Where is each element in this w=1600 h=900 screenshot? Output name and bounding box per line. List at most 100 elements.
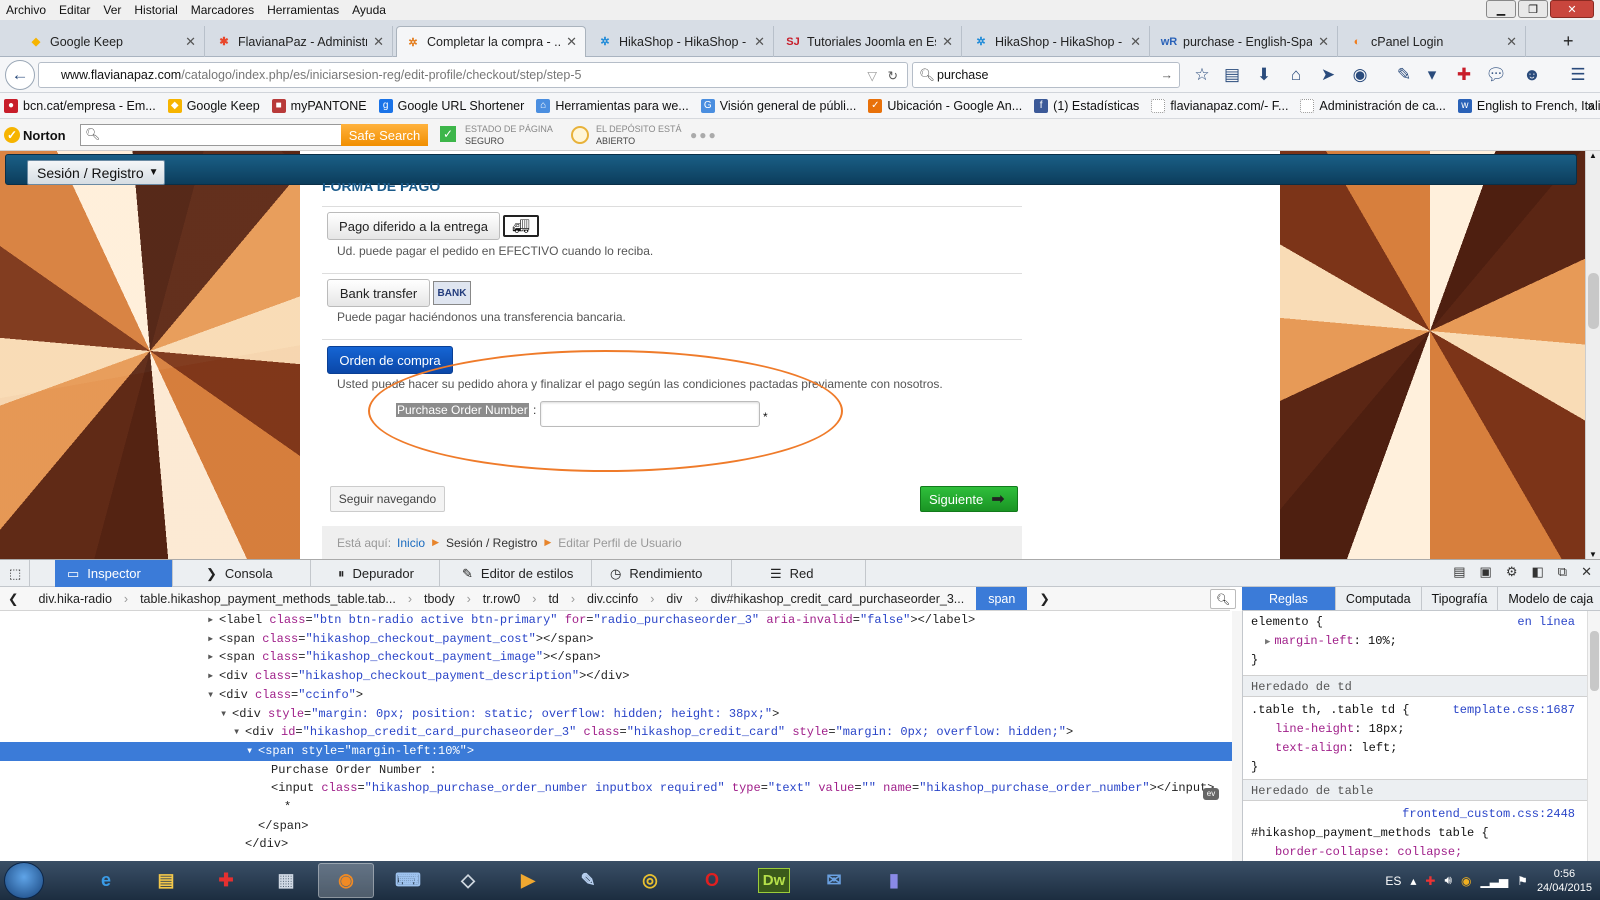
tab-close-icon[interactable]: ✕ bbox=[754, 34, 765, 50]
rule-td-source-link[interactable]: template.css:1687 bbox=[1453, 703, 1575, 717]
menu-ver[interactable]: Ver bbox=[103, 3, 121, 17]
bookmark-mypantone[interactable]: ■ myPANTONE bbox=[271, 98, 367, 113]
page-scrollbar[interactable]: ▲ ▼ bbox=[1585, 151, 1600, 559]
tab-close-icon[interactable]: ✕ bbox=[373, 34, 384, 50]
reload-icon[interactable]: ↻ bbox=[888, 68, 898, 83]
clock[interactable]: 0:56 24/04/2015 bbox=[1537, 867, 1592, 895]
markup-node[interactable]: ▾ <div id="hikashop_credit_card_purchaseo… bbox=[0, 723, 1232, 742]
scroll-down-icon[interactable]: ▼ bbox=[1589, 550, 1597, 559]
tab-close-icon[interactable]: ✕ bbox=[566, 34, 577, 50]
devtools-tab-debugger[interactable]: ⏸ Depurador bbox=[328, 560, 440, 587]
menu-ayuda[interactable]: Ayuda bbox=[352, 3, 386, 17]
bookmark-flavianapaz[interactable]: flavianapaz.com/- F... bbox=[1151, 98, 1288, 113]
settings-gear-icon[interactable]: ⚙ bbox=[1506, 564, 1518, 580]
crumbs-scroll-right-icon[interactable]: ❯ bbox=[1027, 591, 1061, 606]
expand-twisty-icon[interactable]: ▾ bbox=[233, 723, 245, 742]
breadcrumb-sesion[interactable]: Sesión / Registro bbox=[446, 536, 537, 550]
tab-close-icon[interactable]: ✕ bbox=[942, 34, 953, 50]
bookmark-url-shortener[interactable]: g Google URL Shortener bbox=[378, 98, 524, 113]
chrome-icon[interactable]: ◎ bbox=[622, 863, 678, 898]
more-bookmarks-icon[interactable]: » bbox=[1587, 99, 1594, 113]
hamburger-menu-icon[interactable]: ☰ bbox=[1564, 61, 1592, 89]
responsive-icon[interactable]: ▣ bbox=[1480, 564, 1492, 580]
rule-declaration[interactable]: border-collapse: collapse; bbox=[1275, 845, 1462, 859]
markup-node-selected[interactable]: ▾ <span style="margin-left:10%"> bbox=[0, 741, 1232, 761]
crumb-node[interactable]: table.hikashop_payment_methods_table.tab… bbox=[128, 592, 408, 606]
safe-search-button[interactable]: Safe Search bbox=[341, 124, 428, 146]
minimize-button[interactable]: ▁ bbox=[1486, 0, 1516, 18]
tab-close-icon[interactable]: ✕ bbox=[1130, 34, 1141, 50]
sync-icon[interactable]: ◉ bbox=[1346, 61, 1374, 89]
explorer-icon[interactable]: ▤ bbox=[138, 863, 194, 898]
tree-scrollbar[interactable] bbox=[1232, 611, 1242, 861]
tab-cpanel-login[interactable]: ◐ cPanel Login ✕ bbox=[1341, 26, 1526, 57]
firefox-icon[interactable]: ◉ bbox=[318, 863, 374, 898]
tab-hikashop-1[interactable]: ✲ HikaShop - HikaShop - ... ✕ bbox=[589, 26, 774, 57]
reading-list-icon[interactable]: ▤ bbox=[1218, 61, 1246, 89]
tab-purchase-wordreference[interactable]: wR purchase - English-Spa... ✕ bbox=[1153, 26, 1338, 57]
markup-node[interactable]: ▾ <div class="ccinfo"> bbox=[0, 686, 1232, 705]
crumb-node[interactable]: td bbox=[536, 592, 570, 606]
back-arrow-icon[interactable]: ← bbox=[5, 60, 35, 90]
tray-cross-icon[interactable]: ✚ bbox=[1425, 874, 1435, 888]
menu-arrow-icon[interactable]: ▾ bbox=[1418, 61, 1446, 89]
scrollbar-thumb[interactable] bbox=[1588, 273, 1599, 329]
thunderbird-icon[interactable]: ✉ bbox=[806, 863, 862, 898]
devtools-tab-performance[interactable]: ◷ Rendimiento bbox=[600, 560, 732, 587]
markup-node[interactable]: ▸ <span class="hikashop_checkout_payment_… bbox=[0, 630, 1232, 649]
side-tab-box-model[interactable]: Modelo de caja bbox=[1498, 587, 1600, 610]
action-center-icon[interactable]: ⚑ bbox=[1517, 874, 1528, 888]
menu-editar[interactable]: Editar bbox=[59, 3, 90, 17]
search-icon[interactable]: 🔍︎ bbox=[1210, 589, 1236, 609]
opera-icon[interactable]: O bbox=[684, 863, 740, 898]
next-button[interactable]: Siguiente ➡ bbox=[920, 486, 1018, 512]
profile-icon[interactable]: ☻ bbox=[1518, 61, 1546, 89]
tab-close-icon[interactable]: ✕ bbox=[185, 34, 196, 50]
app-icon[interactable]: ✚ bbox=[198, 863, 254, 898]
expand-twisty-icon[interactable]: ▸ bbox=[207, 667, 219, 686]
crumb-node[interactable]: div.ccinfo bbox=[575, 592, 650, 606]
tab-google-keep[interactable]: ◆ Google Keep ✕ bbox=[20, 26, 205, 57]
bookmark-herramientas[interactable]: ⌂ Herramientas para we... bbox=[536, 98, 689, 113]
rule-declaration[interactable]: text-align: left; bbox=[1275, 741, 1397, 755]
markup-node[interactable]: ▸ <span class="hikashop_checkout_payment_… bbox=[0, 648, 1232, 667]
search-input[interactable]: 🔍︎ purchase → bbox=[912, 62, 1180, 88]
expand-twisty-icon[interactable]: ▾ bbox=[220, 705, 232, 724]
markup-node[interactable]: </div> bbox=[0, 835, 1232, 854]
send-icon[interactable]: ➤ bbox=[1314, 61, 1342, 89]
virtual-icon[interactable]: ◇ bbox=[440, 863, 496, 898]
bookmark-english-french[interactable]: w English to French, Itali... bbox=[1457, 98, 1600, 113]
norton-tray-icon[interactable]: ◉ bbox=[1461, 874, 1471, 888]
dreamweaver-icon[interactable]: Dw bbox=[746, 863, 802, 898]
tab-flavianapaz-admin[interactable]: ✱ FlavianaPaz - Administr... ✕ bbox=[208, 26, 393, 57]
home-icon[interactable]: ⌂ bbox=[1282, 61, 1310, 89]
crumb-node[interactable]: tbody bbox=[412, 592, 467, 606]
app2-icon[interactable]: ▮ bbox=[866, 863, 922, 898]
downloads-icon[interactable]: ⬇ bbox=[1250, 61, 1278, 89]
norton-more-icon[interactable]: ●●● bbox=[690, 128, 718, 142]
element-picker-icon[interactable]: ⬚ bbox=[0, 560, 30, 587]
menu-marcadores[interactable]: Marcadores bbox=[191, 3, 254, 17]
new-tab-button[interactable]: + bbox=[1555, 26, 1585, 57]
crumb-node[interactable]: div bbox=[654, 592, 694, 606]
crumb-node[interactable]: div.hika-radio bbox=[26, 592, 123, 606]
url-bar[interactable]: www.flavianapaz.com/catalogo/index.php/e… bbox=[38, 62, 908, 88]
tab-hikashop-2[interactable]: ✲ HikaShop - HikaShop - ... ✕ bbox=[965, 26, 1150, 57]
expand-twisty-icon[interactable]: ▸ bbox=[207, 648, 219, 667]
markup-node[interactable]: ▸ <div class="hikashop_checkout_payment_d… bbox=[0, 667, 1232, 686]
bookmark-vision-general[interactable]: G Visión general de públi... bbox=[700, 98, 856, 113]
markup-node[interactable]: <input class="hikashop_purchase_order_nu… bbox=[0, 779, 1232, 798]
devtools-tab-console[interactable]: ❯ Consola bbox=[196, 560, 311, 587]
devtools-tab-network[interactable]: ☰ Red bbox=[760, 560, 866, 587]
chat-icon[interactable]: 💬︎ bbox=[1482, 61, 1510, 89]
crumb-node[interactable]: tr.row0 bbox=[471, 592, 533, 606]
rule-declaration[interactable]: ▶ margin-left: 10%; bbox=[1265, 634, 1397, 648]
network-icon[interactable]: ⌨ bbox=[380, 863, 436, 898]
crumb-node[interactable]: div#hikashop_credit_card_purchaseorder_3… bbox=[699, 592, 977, 606]
bookmark-estadisticas[interactable]: f (1) Estadísticas bbox=[1034, 98, 1139, 113]
markup-node[interactable]: * bbox=[0, 798, 1232, 817]
maximize-button[interactable]: ❐ bbox=[1518, 0, 1548, 18]
menu-herramientas[interactable]: Herramientas bbox=[267, 3, 339, 17]
close-window-button[interactable]: ✕ bbox=[1550, 0, 1594, 18]
bookmark-administracion[interactable]: Administración de ca... bbox=[1300, 98, 1446, 113]
